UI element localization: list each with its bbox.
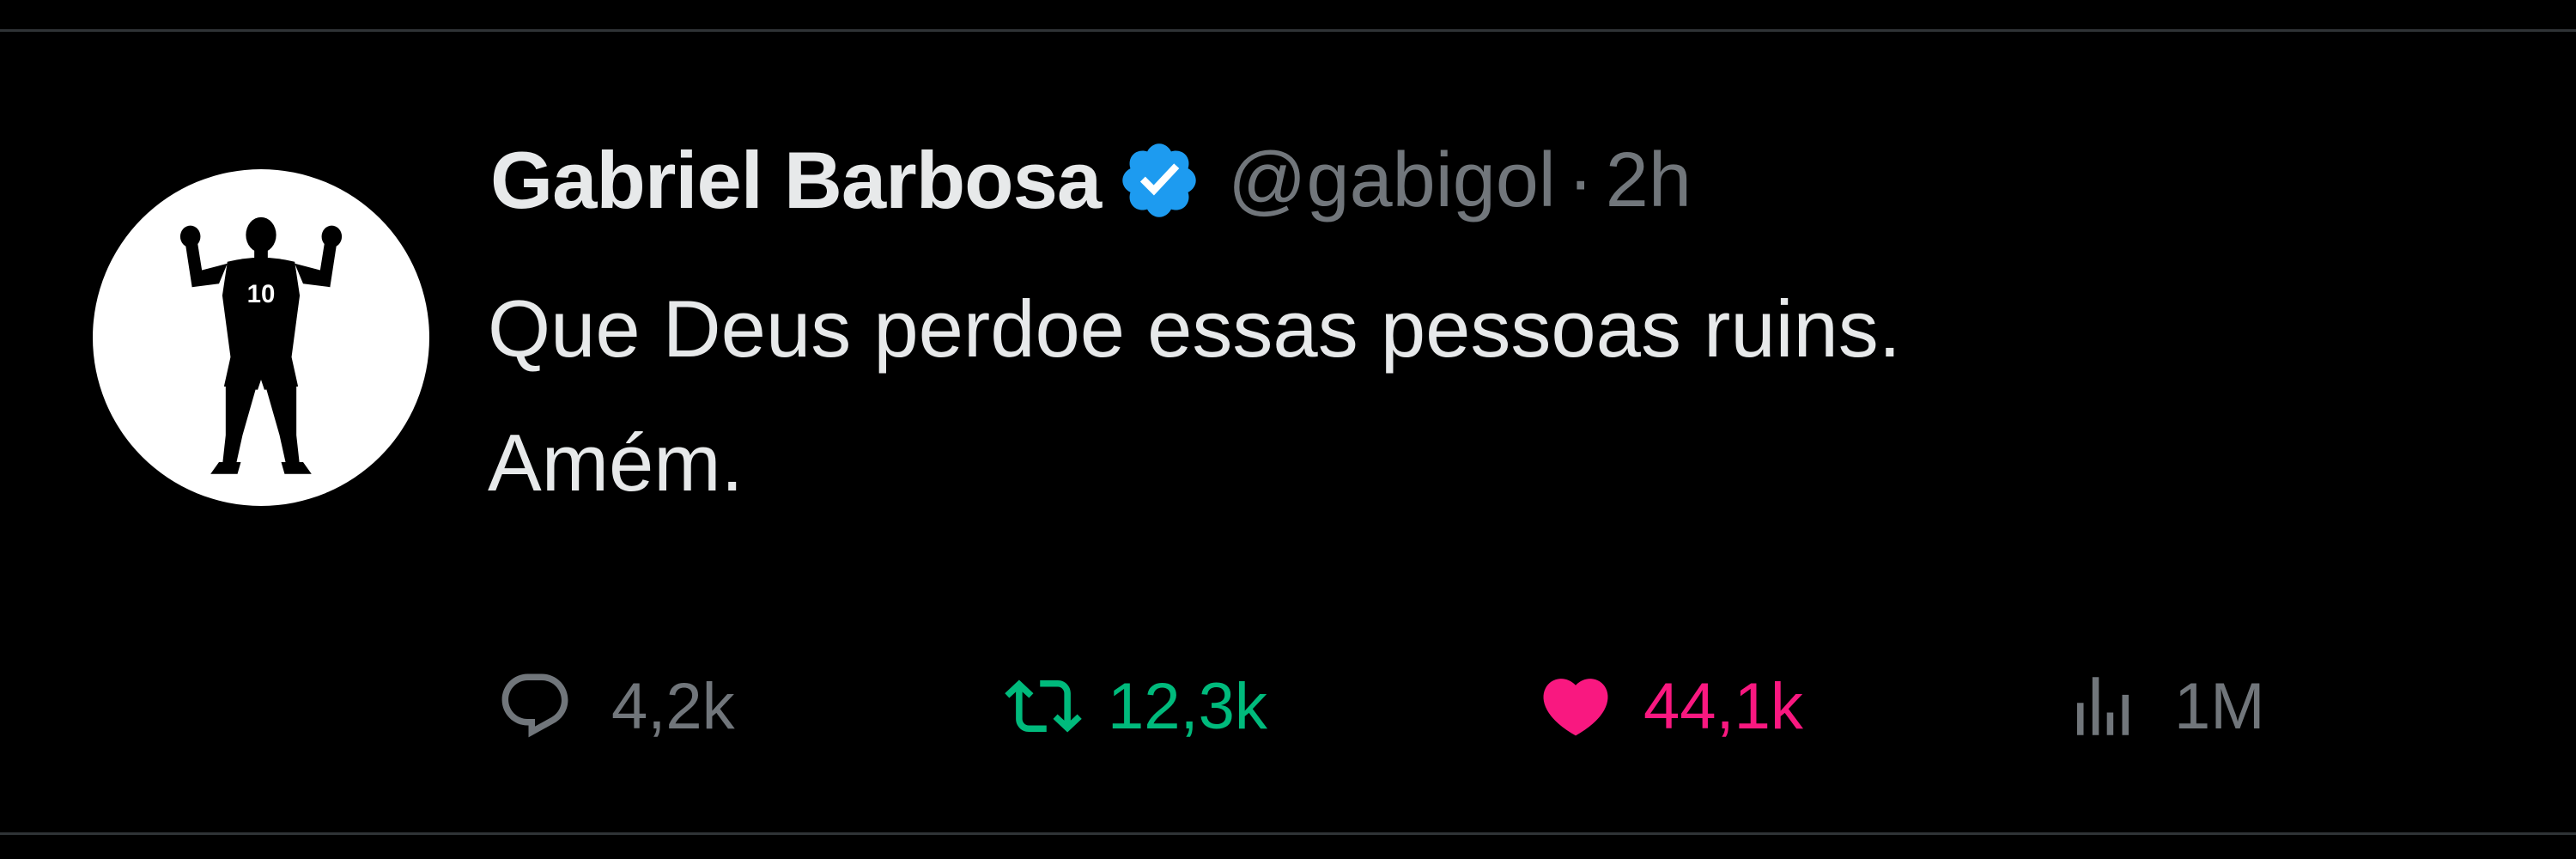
retweet-arrows-icon [1005,667,1082,745]
author-handle[interactable]: @gabigol [1228,137,1556,225]
tweet-card[interactable]: 10 Gabriel Barbosa @gabigol · 2h Que Deu… [0,32,2576,832]
tweet-header: Gabriel Barbosa @gabigol · 2h [490,133,1692,228]
bar-chart-icon [2064,667,2142,745]
retweet-count: 12,3k [1108,669,1267,743]
speech-bubble-icon [496,667,574,745]
jersey-number: 10 [247,280,276,308]
heart-icon [1537,667,1614,745]
views-count: 1M [2174,669,2265,743]
bottom-divider [0,832,2576,835]
reply-count: 4,2k [611,669,735,743]
separator-dot: · [1567,137,1594,223]
verified-badge-icon[interactable] [1116,137,1202,223]
like-button[interactable]: 44,1k [1537,663,1803,749]
reply-button[interactable]: 4,2k [496,663,735,749]
retweet-button[interactable]: 12,3k [1005,663,1267,749]
tweet-text: Que Deus perdoe essas pessoas ruins. Amé… [488,283,2463,530]
tweet-text-line: Que Deus perdoe essas pessoas ruins. [488,283,1901,374]
tweet-text-line: Amém. [488,417,744,508]
like-count: 44,1k [1643,669,1803,743]
player-silhouette-avatar-image: 10 [179,216,343,474]
author-name[interactable]: Gabriel Barbosa [490,134,1102,227]
tweet-timestamp[interactable]: 2h [1606,137,1692,225]
action-bar: 4,2k 12,3k 44,1k 1M [0,663,2576,749]
views-button[interactable]: 1M [2064,663,2265,749]
avatar[interactable]: 10 [93,169,429,506]
